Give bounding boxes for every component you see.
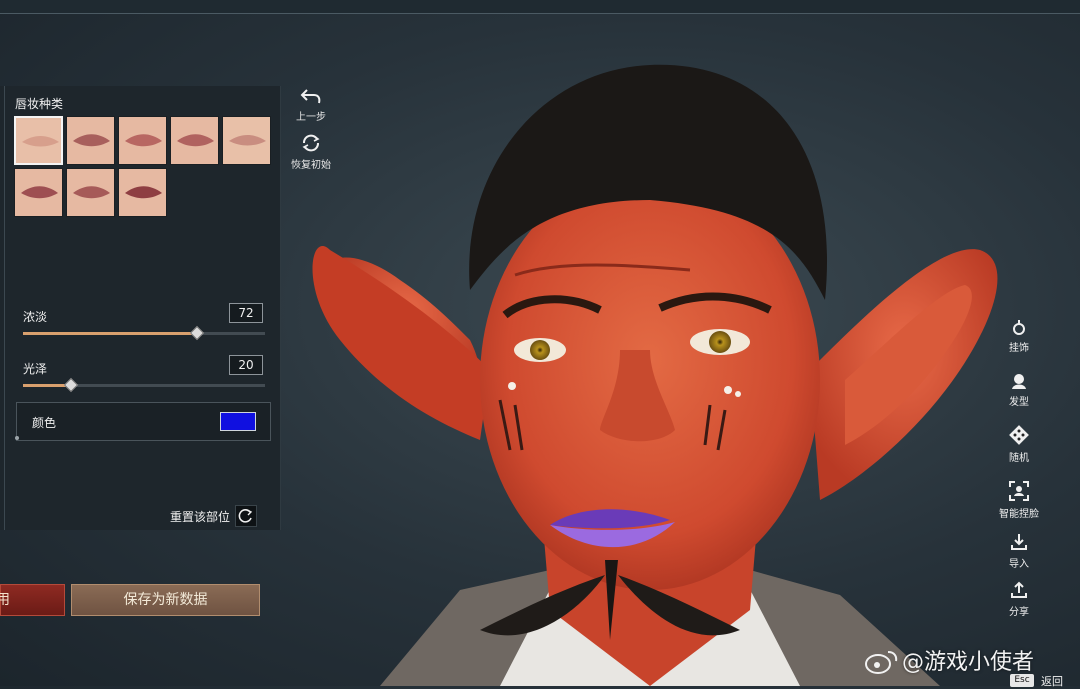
top-bar xyxy=(0,0,1080,14)
restore-default-button[interactable]: 恢复初始 xyxy=(291,132,331,171)
lip-swatch[interactable] xyxy=(118,168,167,217)
menu-smart-face[interactable]: 智能捏脸 xyxy=(994,480,1044,520)
menu-pendant-label: 挂饰 xyxy=(1009,343,1029,354)
lip-swatch[interactable] xyxy=(222,116,271,165)
back-label: 返回 xyxy=(1041,675,1063,688)
intensity-slider[interactable] xyxy=(23,325,265,341)
gloss-slider[interactable] xyxy=(23,377,265,393)
intensity-value-input[interactable]: 72 xyxy=(229,303,263,323)
lip-swatch[interactable] xyxy=(66,168,115,217)
import-icon xyxy=(1011,534,1027,550)
scroll-handle[interactable] xyxy=(15,436,19,440)
menu-share[interactable]: 分享 xyxy=(994,580,1044,618)
menu-import[interactable]: 导入 xyxy=(994,532,1044,570)
weibo-logo-icon xyxy=(865,651,898,674)
menu-random[interactable]: 随机 xyxy=(994,424,1044,464)
menu-hairstyle-label: 发型 xyxy=(1009,397,1029,408)
menu-share-label: 分享 xyxy=(1009,607,1029,618)
menu-smart-face-label: 智能捏脸 xyxy=(999,509,1039,520)
restore-label: 恢复初始 xyxy=(291,160,331,171)
undo-label: 上一步 xyxy=(296,112,326,123)
intensity-slider-handle[interactable] xyxy=(190,325,205,341)
gloss-value-input[interactable]: 20 xyxy=(229,355,263,375)
intensity-label: 浓淡 xyxy=(23,310,48,324)
reset-icon xyxy=(238,509,253,523)
gloss-label: 光泽 xyxy=(23,362,48,376)
undo-icon xyxy=(300,89,321,104)
save-as-new-button[interactable]: 保存为新数据 xyxy=(71,584,260,616)
reset-part-label: 重置该部位 xyxy=(170,510,231,524)
watermark-text: @游戏小使者 xyxy=(902,650,1035,675)
lip-swatch[interactable] xyxy=(118,116,167,165)
share-icon xyxy=(1011,581,1027,598)
panel-edge xyxy=(4,86,5,530)
lip-makeup-panel: 唇妆种类 浓淡 72 光泽 20 颜色 重置该部位 xyxy=(0,86,281,530)
lip-swatch[interactable] xyxy=(14,116,63,165)
color-label: 颜色 xyxy=(32,416,57,430)
section-title: 唇妆种类 xyxy=(15,97,64,111)
reset-part-button[interactable] xyxy=(235,505,257,527)
menu-random-label: 随机 xyxy=(1009,453,1029,464)
hairstyle-icon xyxy=(1012,374,1026,389)
gloss-slider-handle[interactable] xyxy=(64,377,79,393)
color-row[interactable]: 颜色 xyxy=(16,402,271,441)
pendant-icon xyxy=(1013,320,1025,335)
lip-swatch[interactable] xyxy=(66,116,115,165)
smart-face-icon xyxy=(1009,481,1029,501)
intensity-slider-fill xyxy=(23,332,198,335)
lip-swatch[interactable] xyxy=(14,168,63,217)
apply-button[interactable]: 用 xyxy=(0,584,65,616)
undo-button[interactable]: 上一步 xyxy=(291,86,331,123)
apply-label: 用 xyxy=(0,592,10,608)
random-dice-icon xyxy=(1009,425,1029,445)
lip-swatch[interactable] xyxy=(170,116,219,165)
menu-pendant[interactable]: 挂饰 xyxy=(994,318,1044,354)
restore-icon xyxy=(302,134,320,152)
esc-key-hint[interactable]: Esc xyxy=(1010,674,1034,687)
menu-hairstyle[interactable]: 发型 xyxy=(994,372,1044,408)
menu-import-label: 导入 xyxy=(1009,559,1029,570)
character-preview[interactable] xyxy=(300,50,1000,686)
color-swatch-button[interactable] xyxy=(220,412,256,431)
